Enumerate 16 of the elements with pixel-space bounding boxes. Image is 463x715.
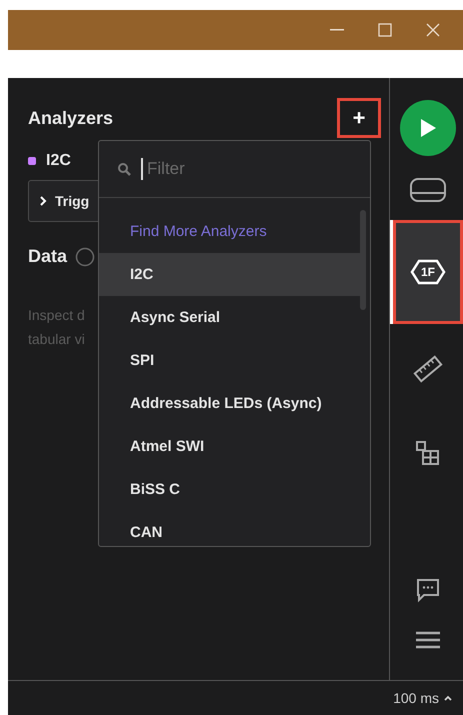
analyzer-option[interactable]: Atmel SWI [99, 425, 360, 468]
trigger-icon[interactable]: 1F [410, 259, 446, 285]
analyzer-option[interactable]: SPI [99, 339, 360, 382]
analyzer-option[interactable]: I2C [99, 253, 360, 296]
section-description: Inspect d tabular vi [28, 306, 85, 349]
analyzer-option[interactable]: BiSS C [99, 468, 360, 511]
time-scale[interactable]: 100 ms [393, 690, 439, 706]
panel-title: Analyzers [28, 108, 114, 128]
analyzer-option[interactable]: CAN [99, 511, 360, 546]
analyzer-name[interactable]: I2C [46, 152, 71, 170]
add-analyzer-button[interactable]: + [337, 98, 381, 138]
filter-field[interactable]: Filter [145, 158, 329, 180]
rail-tab[interactable]: 1F [390, 220, 463, 324]
analyzer-option[interactable]: Async Serial [99, 296, 360, 339]
analyzer-option[interactable]: Addressable LEDs (Async) [99, 382, 360, 425]
section-title: Data [28, 246, 68, 267]
